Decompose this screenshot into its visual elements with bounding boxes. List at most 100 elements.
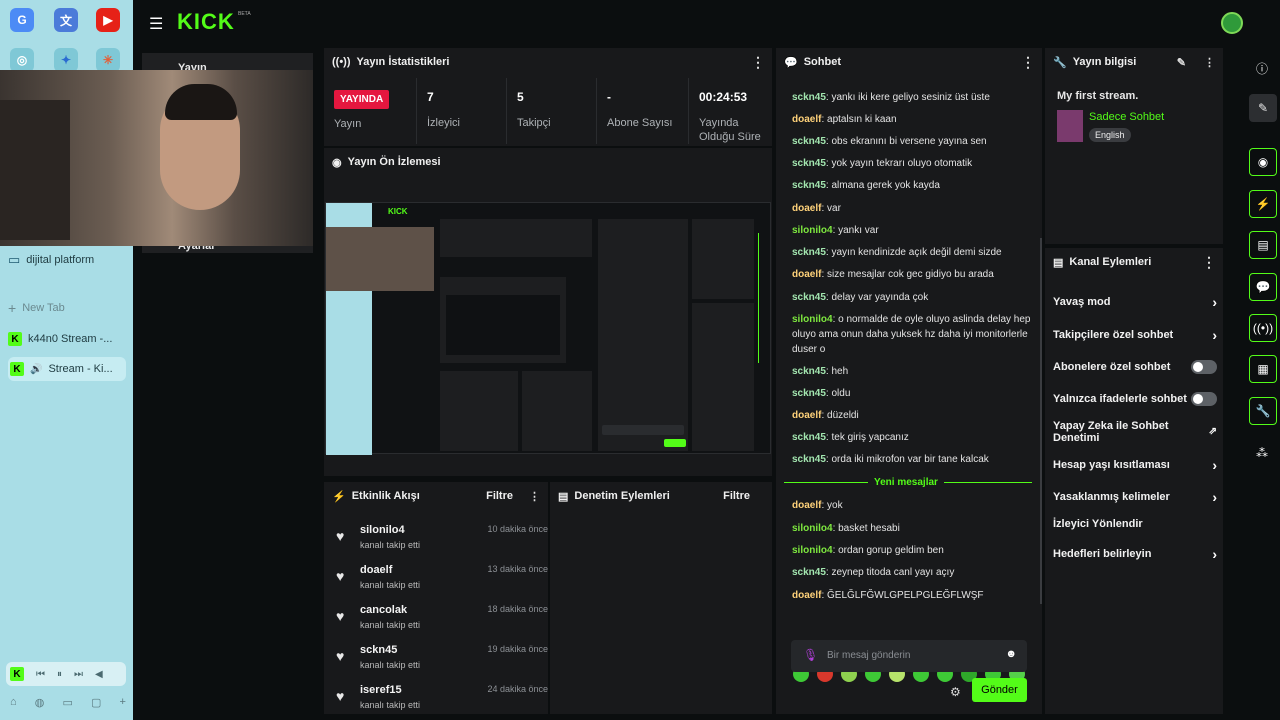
follower-name[interactable]: doaelf <box>360 564 392 576</box>
menu-icon[interactable]: ☰ <box>149 14 163 34</box>
chat-username[interactable]: sckn45 <box>792 180 826 191</box>
more-icon[interactable]: ⋮ <box>529 490 540 503</box>
chat-username[interactable]: silonilo4 <box>792 314 833 325</box>
google-icon[interactable]: G <box>10 8 34 32</box>
action-label: Yalnızca ifadelerle sohbet <box>1053 393 1187 405</box>
claude-icon[interactable]: ✳ <box>96 48 120 72</box>
subscribers-only-toggle[interactable] <box>1191 360 1217 374</box>
library-icon[interactable]: ▭ <box>62 696 72 709</box>
info-title: Yayın bilgisi <box>1072 56 1137 68</box>
follower-name[interactable]: silonilo4 <box>360 524 405 536</box>
send-button[interactable]: Gönder <box>972 678 1027 702</box>
edit-icon[interactable]: ✎ <box>1177 56 1186 69</box>
chat-message: silonilo4: yankı var <box>792 225 879 236</box>
emotes-only-toggle[interactable] <box>1191 392 1217 406</box>
tab-dijital-platform[interactable]: ▭ dijital platform <box>8 248 126 272</box>
category-thumbnail[interactable] <box>1057 110 1083 142</box>
gemini-icon[interactable]: ✦ <box>54 48 78 72</box>
moderation-filter-button[interactable]: Filtre <box>723 490 750 502</box>
actions-widget-icon[interactable]: ▦ <box>1249 355 1277 383</box>
media-controls: K ⏮ ⏸ ⏭ ◀ <box>6 662 126 686</box>
chat-username[interactable]: doaelf <box>792 590 821 601</box>
pause-icon[interactable]: ⏸ <box>57 669 62 680</box>
chat-scrollbar[interactable] <box>1040 238 1042 604</box>
chat-settings-icon[interactable]: ⚙ <box>950 685 961 699</box>
chat-username[interactable]: sckn45 <box>792 92 826 103</box>
previous-icon[interactable]: ⏮ <box>36 669 45 680</box>
more-icon[interactable]: ⋮ <box>1021 54 1035 71</box>
stream-preview[interactable]: KICK <box>325 202 771 455</box>
extensions-icon[interactable]: ▢ <box>91 696 101 709</box>
action-raid[interactable]: İzleyici Yönlendir <box>1053 518 1217 530</box>
chat-username[interactable]: silonilo4 <box>792 545 833 556</box>
chat-username[interactable]: sckn45 <box>792 567 826 578</box>
edit-layout-icon[interactable]: ✎ <box>1249 94 1277 122</box>
action-goals[interactable]: Hedefleri belirleyin › <box>1053 546 1217 562</box>
chat-username[interactable]: doaelf <box>792 114 821 125</box>
youtube-icon[interactable]: ▶ <box>96 8 120 32</box>
activity-filter-button[interactable]: Filtre <box>486 490 513 502</box>
more-icon[interactable]: ⋮ <box>1204 56 1215 69</box>
community-icon[interactable]: ⁂ <box>1256 446 1268 460</box>
action-ai-moderation[interactable]: Yapay Zeka ile Sohbet Denetimi ⇗ <box>1053 420 1217 444</box>
action-account-age[interactable]: Hesap yaşı kısıtlaması › <box>1053 457 1217 473</box>
chat-username[interactable]: sckn45 <box>792 432 826 443</box>
follower-name[interactable]: sckn45 <box>360 644 397 656</box>
chat-username[interactable]: silonilo4 <box>792 225 833 236</box>
action-followers-only[interactable]: Takipçilere özel sohbet › <box>1053 327 1217 343</box>
next-icon[interactable]: ⏭ <box>74 669 83 680</box>
chat-text: ĞELĞLFĞWLGPELPGLEĞFLWŞF <box>827 590 984 601</box>
translate-icon[interactable]: 文 <box>54 8 78 32</box>
avatar[interactable] <box>1221 12 1243 34</box>
bookmark-icon[interactable]: ◎ <box>10 48 34 72</box>
lightning-widget-icon[interactable]: ⚡ <box>1249 190 1277 218</box>
more-icon[interactable]: ⋮ <box>1202 254 1216 271</box>
event-time: 10 dakika önce <box>487 524 548 534</box>
microphone-icon[interactable]: 🎙 <box>803 648 818 662</box>
chat-message: sckn45: orda iki mikrofon var bir tane k… <box>792 454 989 465</box>
list-item: ♥ doaelf kanalı takip etti 13 dakika önc… <box>336 560 548 596</box>
chat-username[interactable]: sckn45 <box>792 292 826 303</box>
chat-username[interactable]: doaelf <box>792 500 821 511</box>
new-tab-button[interactable]: + New Tab <box>8 296 126 320</box>
tab-stream-kick[interactable]: K 🔊 Stream - Ki... <box>8 357 126 381</box>
chat-username[interactable]: doaelf <box>792 410 821 421</box>
chat-input[interactable]: 🎙 Bir mesaj gönderin ☻ <box>791 640 1027 672</box>
broadcast-widget-icon[interactable]: ((•)) <box>1249 314 1277 342</box>
action-banned-words[interactable]: Yasaklanmış kelimeler › <box>1053 489 1217 505</box>
beta-badge: BETA <box>238 11 251 17</box>
info-icon[interactable]: ⓘ <box>1256 60 1268 77</box>
chat-message: sckn45: zeynep titoda canl yayı açıy <box>792 567 955 578</box>
chat-username[interactable]: doaelf <box>792 203 821 214</box>
chat-username[interactable]: sckn45 <box>792 454 826 465</box>
category-link[interactable]: Sadece Sohbet <box>1089 111 1164 123</box>
chat-username[interactable]: sckn45 <box>792 158 826 169</box>
vpn-icon[interactable]: ◍ <box>35 696 45 709</box>
action-subscribers-only: Abonelere özel sohbet <box>1053 360 1217 374</box>
camera-widget-icon[interactable]: ◉ <box>1249 148 1277 176</box>
document-widget-icon[interactable]: ▤ <box>1249 231 1277 259</box>
chat-widget-icon[interactable]: 💬 <box>1249 273 1277 301</box>
action-slow-mode[interactable]: Yavaş mod › <box>1053 294 1217 310</box>
tab-k44n0-stream[interactable]: K k44n0 Stream -... <box>8 327 126 351</box>
chat-username[interactable]: silonilo4 <box>792 523 833 534</box>
actions-header: ▤ Kanal Eylemleri ⋮ <box>1045 248 1223 276</box>
chat-username[interactable]: doaelf <box>792 269 821 280</box>
heart-icon: ♥ <box>336 528 345 544</box>
more-icon[interactable]: ⋮ <box>751 54 765 71</box>
wrench-widget-icon[interactable]: 🔧 <box>1249 397 1277 425</box>
chat-username[interactable]: sckn45 <box>792 388 826 399</box>
volume-icon[interactable]: ◀ <box>95 669 103 680</box>
add-icon[interactable]: + <box>120 696 126 709</box>
chat-username[interactable]: sckn45 <box>792 247 826 258</box>
kick-logo[interactable]: KICK <box>177 9 235 35</box>
follower-name[interactable]: iseref15 <box>360 684 402 696</box>
emoji-icon[interactable]: ☻ <box>1005 648 1017 660</box>
tab-label: Stream - Ki... <box>48 363 113 375</box>
activity-title: Etkinlik Akışı <box>351 490 420 502</box>
follower-name[interactable]: cancolak <box>360 604 407 616</box>
preview-webcam <box>326 227 434 291</box>
chat-username[interactable]: sckn45 <box>792 366 826 377</box>
chat-username[interactable]: sckn45 <box>792 136 826 147</box>
gift-icon[interactable]: ⌂ <box>10 696 17 709</box>
